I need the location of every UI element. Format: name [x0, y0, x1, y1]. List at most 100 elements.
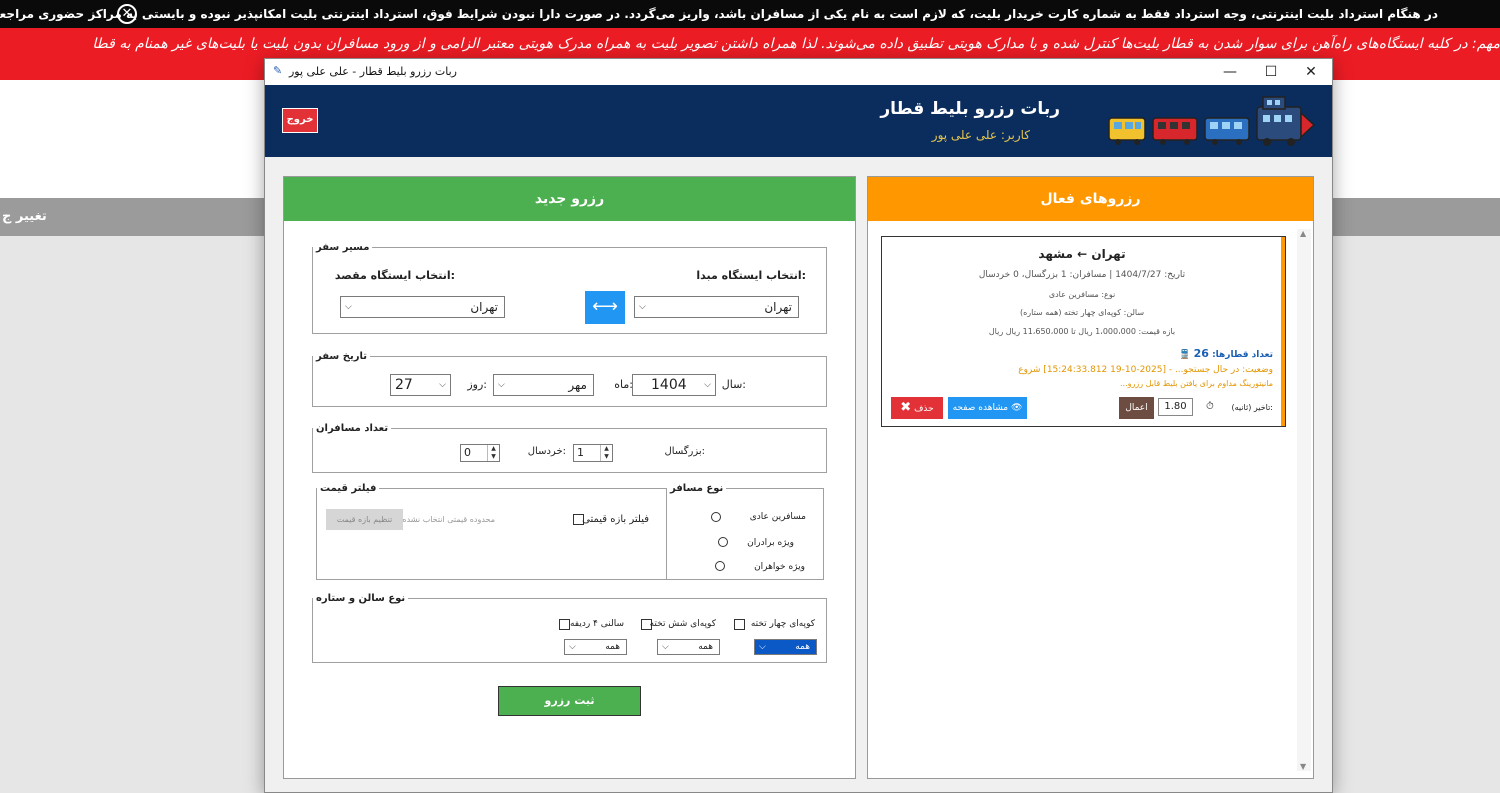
swap-icon: ⟷ — [592, 296, 618, 317]
warning-text: مهم: در کلیه ایستگاه‌های راه‌آهن برای سو… — [92, 36, 1500, 52]
chevron-down-icon: ⌵ — [345, 302, 352, 312]
scroll-up-icon[interactable]: ▲ — [1300, 229, 1306, 238]
stopwatch-icon: ⏱ — [1206, 401, 1214, 412]
destination-label: :انتخاب ایستگاه مقصد — [334, 269, 455, 282]
stepper-arrows-icon[interactable]: ▲ ▼ — [600, 445, 612, 461]
child-value: 0 — [464, 446, 471, 459]
year-select[interactable]: 1404 ⌵ — [632, 374, 716, 396]
day-select[interactable]: 27 ⌵ — [390, 374, 451, 396]
exit-button[interactable]: خروج — [282, 108, 318, 133]
adult-label: :بزرگسال — [664, 446, 706, 457]
adult-value: 1 — [577, 446, 584, 459]
booking-route: تهران ← مشهد — [1038, 247, 1126, 261]
chevron-down-icon: ⌵ — [639, 302, 646, 312]
child-label: :خردسال — [527, 446, 566, 457]
salon-6berth-select[interactable]: همه ⌵ — [657, 639, 720, 655]
swap-stations-button[interactable]: ⟷ — [585, 291, 625, 324]
salon-4row-label: سالنی ۴ ردیفه — [569, 619, 624, 629]
set-price-range-button[interactable]: تنظیم بازه قیمت — [326, 509, 403, 530]
bookings-scrollbar[interactable]: ▲ ▼ — [1297, 229, 1311, 771]
submit-booking-button[interactable]: ثبت رزرو — [498, 686, 641, 716]
booking-date-passengers: تاریخ: 1404/7/27 | مسافران: 1 بزرگسال، 0… — [978, 270, 1186, 280]
view-page-button[interactable]: مشاهده صفحه 👁 — [948, 397, 1027, 419]
train-icon — [1108, 96, 1316, 146]
origin-value: تهران — [764, 300, 792, 314]
graybar-text[interactable]: تغییر ج — [2, 209, 47, 224]
delay-input[interactable]: 1.80 — [1158, 398, 1193, 416]
booking-card: تهران ← مشهد تاریخ: 1404/7/27 | مسافران:… — [881, 236, 1286, 427]
chevron-down-icon: ⌵ — [498, 380, 505, 390]
passenger-type-normal-label: مسافرین عادی — [749, 512, 806, 522]
salon-6berth-label: کوپه‌ای شش تخته — [649, 619, 716, 629]
passenger-type-men-radio[interactable] — [718, 537, 728, 547]
apply-delay-button[interactable]: اعمال — [1119, 397, 1154, 419]
price-range-status: محدوده قیمتی انتخاب نشده — [402, 515, 495, 524]
feather-icon: ✎ — [273, 64, 283, 77]
delete-label: حذف — [914, 404, 934, 414]
day-value: 27 — [395, 377, 413, 393]
salon-group: نوع سالن و ستاره کوپه‌ای چهار تخته کوپه‌… — [312, 593, 827, 663]
app-header: خروج ربات رزرو بلیط قطار کاربر: علی علی … — [265, 85, 1332, 157]
salon-4row-checkbox[interactable] — [559, 619, 570, 630]
delete-booking-button[interactable]: ✖ حذف — [891, 397, 943, 419]
chevron-down-icon: ⌵ — [439, 380, 446, 390]
origin-label: :انتخاب ایستگاه مبدا — [696, 269, 806, 282]
salon-legend: نوع سالن و ستاره — [316, 593, 406, 604]
chevron-down-icon: ⌵ — [569, 642, 576, 652]
passenger-count-legend: تعداد مسافران — [316, 423, 389, 434]
month-label: :ماه — [614, 378, 633, 391]
date-group: تاریخ سفر :سال 1404 ⌵ :ماه مهر ⌵ :روز 27 ⌵ — [312, 351, 827, 407]
close-window-button[interactable]: ✕ — [1290, 59, 1332, 85]
close-icon: ✖ — [900, 400, 912, 415]
new-booking-title: رزرو جدید — [284, 177, 855, 221]
passenger-type-women-label: ویژه خواهران — [754, 562, 805, 572]
window-title: ربات رزرو بلیط قطار - علی علی پور — [289, 65, 457, 78]
passenger-type-normal-radio[interactable] — [711, 512, 721, 522]
price-filter-label: فیلتر بازه قیمتی — [582, 514, 649, 525]
salon-4berth-select[interactable]: همه ⌵ — [754, 639, 817, 655]
salon-4berth-label: کوپه‌ای چهار تخته — [750, 619, 815, 629]
route-group: مسیر سفر :انتخاب ایستگاه مبدا :انتخاب ای… — [312, 242, 827, 334]
month-value: مهر — [568, 378, 587, 392]
salon-4berth-checkbox[interactable] — [734, 619, 745, 630]
child-stepper[interactable]: 0 ▲ ▼ — [460, 444, 500, 462]
passenger-type-men-label: ویژه برادران — [747, 538, 794, 548]
salon-4row-value: همه — [605, 642, 620, 652]
date-legend: تاریخ سفر — [316, 351, 367, 362]
booking-passenger-type: نوع: مسافرین عادی — [1048, 290, 1116, 299]
scroll-down-icon[interactable]: ▼ — [1300, 762, 1306, 771]
origin-select[interactable]: تهران ⌵ — [634, 296, 799, 318]
passenger-type-legend: نوع مسافر — [670, 483, 724, 494]
passenger-type-women-radio[interactable] — [715, 561, 725, 571]
new-booking-panel: رزرو جدید مسیر سفر :انتخاب ایستگاه مبدا … — [283, 176, 856, 779]
month-select[interactable]: مهر ⌵ — [493, 374, 594, 396]
passenger-count-group: تعداد مسافران :بزرگسال 1 ▲ ▼ :خردسال 0 ▲ ▼ — [312, 423, 827, 473]
train-small-icon: 🚆 — [1179, 350, 1191, 360]
salon-4berth-value: همه — [795, 642, 810, 652]
stepper-arrows-icon[interactable]: ▲ ▼ — [487, 445, 499, 461]
salon-6berth-value: همه — [698, 642, 713, 652]
minimize-button[interactable]: — — [1209, 59, 1251, 85]
chevron-down-icon: ⌵ — [759, 642, 766, 652]
app-window: ✎ ربات رزرو بلیط قطار - علی علی پور — ☐ … — [264, 58, 1333, 793]
active-bookings-panel: رزروهای فعال تهران ← مشهد تاریخ: 1404/7/… — [867, 176, 1314, 779]
salon-4row-select[interactable]: همه ⌵ — [564, 639, 627, 655]
passenger-type-group: نوع مسافر مسافرین عادی ویژه برادران ویژه… — [666, 483, 824, 580]
window-titlebar: ✎ ربات رزرو بلیط قطار - علی علی پور — ☐ … — [265, 59, 1332, 85]
close-notice-icon[interactable]: ✕ — [117, 4, 137, 24]
delay-label: :تاخیر (ثانیه) — [1231, 403, 1273, 412]
notice-text: در هنگام استرداد بلیت اینترنتی، وجه استر… — [0, 7, 1438, 21]
adult-stepper[interactable]: 1 ▲ ▼ — [573, 444, 613, 462]
maximize-button[interactable]: ☐ — [1250, 59, 1292, 85]
booking-status: وضعیت: در حال جستجو... - [2025-10-19 15:… — [1018, 365, 1273, 375]
trains-count-row: تعداد قطارها: 26 🚆 — [1179, 347, 1273, 360]
trains-count-value: 26 — [1193, 347, 1209, 360]
destination-select[interactable]: تهران ⌵ — [340, 296, 505, 318]
day-label: :روز — [467, 378, 487, 391]
year-label: :سال — [721, 378, 746, 391]
app-title: ربات رزرو بلیط قطار — [880, 99, 1060, 119]
chevron-down-icon: ⌵ — [662, 642, 669, 652]
year-value: 1404 — [651, 377, 687, 393]
booking-salon: سالن: کوپه‌ای چهار تخته (همه ستاره) — [1019, 308, 1145, 317]
current-user: کاربر: علی علی پور — [931, 128, 1030, 142]
